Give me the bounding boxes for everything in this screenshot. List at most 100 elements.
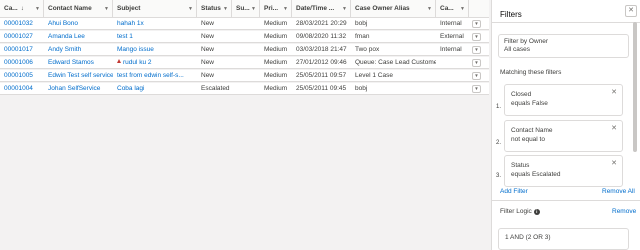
subject-link-text[interactable]: rudul ku 2 — [123, 59, 152, 66]
subject-link-text[interactable]: Mango issue — [117, 46, 154, 53]
case-owner-cell: bobj — [351, 18, 436, 30]
priority-cell-text: Medium — [264, 20, 288, 27]
contact-name-link-text[interactable]: Edward Stamos — [48, 59, 94, 66]
priority-cell: Medium — [260, 83, 292, 95]
chevron-down-icon[interactable]: ▼ — [472, 59, 481, 67]
priority-cell: Medium — [260, 70, 292, 82]
contact-name-link[interactable]: Edward Stamos — [44, 57, 113, 69]
contact-name-link[interactable]: Johan SelfService — [44, 83, 113, 95]
close-icon[interactable]: ✕ — [611, 159, 617, 167]
chevron-down-icon[interactable]: ▼ — [472, 72, 481, 80]
contact-name-link[interactable]: Amanda Lee — [44, 31, 113, 43]
case-owner-cell: bobj — [351, 83, 436, 95]
case-number-link-text[interactable]: 00001006 — [4, 59, 33, 66]
chevron-down-icon[interactable]: ▼ — [283, 0, 288, 18]
info-icon[interactable]: i — [533, 209, 540, 215]
remove-logic-link[interactable]: Remove — [612, 208, 636, 215]
contact-name-link-text[interactable]: Amanda Lee — [48, 33, 85, 40]
chevron-down-icon[interactable]: ▼ — [104, 0, 109, 18]
case-number-link-text[interactable]: 00001027 — [4, 33, 33, 40]
chevron-down-icon[interactable]: ▼ — [460, 0, 465, 18]
column-header-sub[interactable]: Su... ▼ — [232, 0, 260, 18]
case-number-link-text[interactable]: 00001032 — [4, 20, 33, 27]
contact-name-link[interactable]: Andy Smith — [44, 44, 113, 56]
priority-cell-text: Medium — [264, 33, 288, 40]
date-time-cell: 09/08/2020 11:32 — [292, 31, 351, 43]
subject-link[interactable]: test from edwin self-s... — [113, 70, 197, 82]
case-type-cell — [436, 83, 469, 95]
table-row: 00001017 Andy Smith Mango issue New Medium 03… — [0, 44, 489, 56]
chevron-down-icon[interactable]: ▼ — [35, 0, 40, 18]
contact-name-link-text[interactable]: Ahui Bono — [48, 20, 78, 27]
table-header: Ca... ↓ ▼ Contact Name ▼ Subject ▼ Status ▼ S… — [0, 0, 489, 18]
status-cell-text: New — [201, 20, 215, 27]
filter-logic-input[interactable]: 1 AND (2 OR 3) — [498, 228, 629, 250]
filters-panel: Filters ✕ Filter by Owner All cases Matc… — [491, 0, 640, 250]
subject-link-text[interactable]: test 1 — [117, 33, 133, 40]
case-number-link-text[interactable]: 00001005 — [4, 72, 33, 79]
filter-by-owner[interactable]: Filter by Owner All cases — [498, 34, 629, 58]
case-number-link[interactable]: 00001027 — [0, 31, 44, 43]
subject-link[interactable]: rudul ku 2 — [113, 57, 197, 69]
chevron-down-icon[interactable]: ▼ — [223, 0, 228, 18]
filter-by-owner-value: All cases — [504, 46, 531, 53]
case-number-link[interactable]: 00001017 — [0, 44, 44, 56]
date-time-cell: 25/05/2011 09:57 — [292, 70, 351, 82]
column-header-case-owner-alias[interactable]: Case Owner Alias ▼ — [351, 0, 436, 18]
chevron-down-icon[interactable]: ▼ — [472, 33, 481, 41]
chevron-down-icon[interactable]: ▼ — [472, 85, 481, 93]
subject-link[interactable]: test 1 — [113, 31, 197, 43]
case-type-cell: External — [436, 31, 469, 43]
status-cell: New — [197, 70, 232, 82]
column-header-status[interactable]: Status ▼ — [197, 0, 232, 18]
subject-link[interactable]: Coba lagi — [113, 83, 197, 95]
close-icon[interactable]: ✕ — [625, 5, 637, 17]
column-header-case-number[interactable]: Ca... ↓ ▼ — [0, 0, 44, 18]
chevron-down-icon[interactable]: ▼ — [251, 0, 256, 18]
chevron-down-icon[interactable]: ▼ — [427, 0, 432, 18]
filters-scrollbar[interactable] — [633, 22, 637, 152]
contact-name-link[interactable]: Ahui Bono — [44, 18, 113, 30]
case-number-link-text[interactable]: 00001004 — [4, 85, 33, 92]
date-time-cell-text: 25/05/2011 09:57 — [296, 72, 347, 79]
status-cell: Escalated — [197, 83, 232, 95]
filter-closed[interactable]: Closed equals False ✕ — [504, 84, 623, 116]
contact-name-link[interactable]: Edwin Test self service — [44, 70, 113, 82]
column-header-date-time[interactable]: Date/Time ... ▼ — [292, 0, 351, 18]
chevron-down-icon[interactable]: ▼ — [342, 0, 347, 18]
case-type-cell — [436, 70, 469, 82]
case-owner-cell-text: bobj — [355, 20, 368, 27]
close-icon[interactable]: ✕ — [611, 88, 617, 96]
chevron-down-icon[interactable]: ▼ — [472, 46, 481, 54]
case-number-link-text[interactable]: 00001017 — [4, 46, 33, 53]
close-icon[interactable]: ✕ — [611, 124, 617, 132]
add-filter-link[interactable]: Add Filter — [500, 188, 528, 195]
filter-status[interactable]: Status equals Escalated ✕ — [504, 155, 623, 187]
column-header-case-type[interactable]: Ca... ▼ — [436, 0, 469, 18]
status-cell: New — [197, 57, 232, 69]
chevron-down-icon[interactable]: ▼ — [472, 20, 481, 28]
subject-link-text[interactable]: test from edwin self-s... — [117, 72, 184, 79]
case-number-link[interactable]: 00001004 — [0, 83, 44, 95]
contact-name-link-text[interactable]: Edwin Test self service — [48, 72, 113, 79]
case-number-link[interactable]: 00001032 — [0, 18, 44, 30]
subject-link[interactable]: Mango issue — [113, 44, 197, 56]
table-row: 00001032 Ahui Bono hahah 1x New Medium 28/03/… — [0, 18, 489, 30]
column-header-priority[interactable]: Pri... ▼ — [260, 0, 292, 18]
filter-contact-name[interactable]: Contact Name not equal to ✕ — [504, 120, 623, 152]
contact-name-link-text[interactable]: Andy Smith — [48, 46, 81, 53]
column-header-contact-name[interactable]: Contact Name ▼ — [44, 0, 113, 18]
case-number-link[interactable]: 00001006 — [0, 57, 44, 69]
remove-all-link[interactable]: Remove All — [602, 188, 635, 195]
subject-link-text[interactable]: hahah 1x — [117, 20, 144, 27]
contact-name-link-text[interactable]: Johan SelfService — [48, 85, 100, 92]
subject-link[interactable]: hahah 1x — [113, 18, 197, 30]
status-cell: New — [197, 18, 232, 30]
case-number-link[interactable]: 00001005 — [0, 70, 44, 82]
case-owner-cell: Two pox — [351, 44, 436, 56]
column-header-subject[interactable]: Subject ▼ — [113, 0, 197, 18]
subject-link-text[interactable]: Coba lagi — [117, 85, 144, 92]
case-owner-cell-text: fman — [355, 33, 370, 40]
sort-arrow-icon: ↓ — [20, 6, 24, 12]
chevron-down-icon[interactable]: ▼ — [188, 0, 193, 18]
